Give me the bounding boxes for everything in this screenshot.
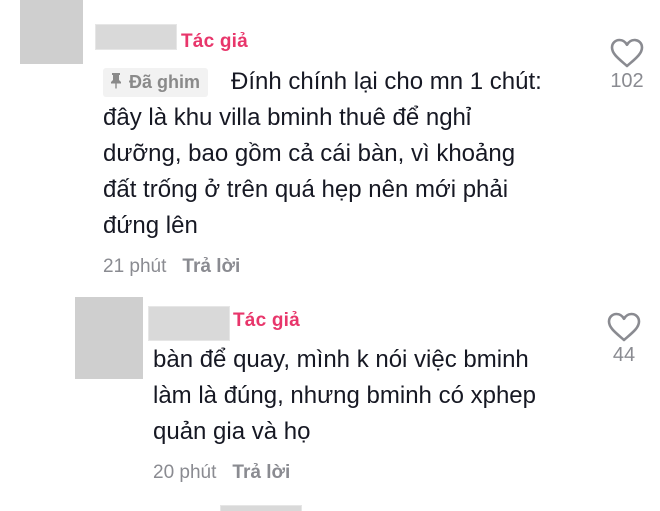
comment-text-line: đây là khu villa bminh thuê để nghỉ [103,104,472,131]
like-button[interactable]: 102 [606,38,648,93]
comment-text-line: Đính chính lại cho mn 1 chút: [231,68,542,95]
reply-to-reply-button[interactable]: Trả lời [232,462,290,484]
comment-thread: Tác giả Đã ghim Đính chính lại cho mn 1 … [0,0,660,511]
commenter-username-redacted[interactable] [95,24,177,50]
reply-text: bàn để quay, mình k nói việc bminh làm l… [153,342,536,450]
reply-author-badge: Tác giả [233,310,300,331]
heart-outline-icon [610,38,644,68]
comment-meta: 21 phút Trả lời [103,256,240,278]
comment-timestamp: 21 phút [103,256,167,277]
comment-text-line: đất trống ở trên quá hẹp nên mới phải [103,176,509,203]
reply-button[interactable]: Trả lời [182,256,240,278]
reply-text-line: bàn để quay, mình k nói việc bminh [153,346,529,373]
reply-meta: 20 phút Trả lời [153,462,290,484]
reply-like-button[interactable]: 44 [603,312,645,367]
comment-text-line: dưỡng, bao gồm cả cái bàn, vì khoảng [103,140,516,167]
reply-timestamp: 20 phút [153,462,217,483]
reply-like-count: 44 [612,344,636,366]
commenter-avatar[interactable] [20,0,83,64]
heart-outline-icon [607,312,641,342]
author-badge: Tác giả [181,31,248,52]
reply-text-line: làm là đúng, nhưng bminh có xphep [153,382,536,409]
comment-text-line: đứng lên [103,212,198,239]
comment-text: Đính chính lại cho mn 1 chút: đây là khu… [103,64,542,244]
like-count: 102 [610,70,644,92]
next-item-partial [220,505,302,511]
reply-avatar[interactable] [75,297,143,379]
reply-username-redacted[interactable] [148,306,230,341]
reply-text-line: quản gia và họ [153,418,311,445]
